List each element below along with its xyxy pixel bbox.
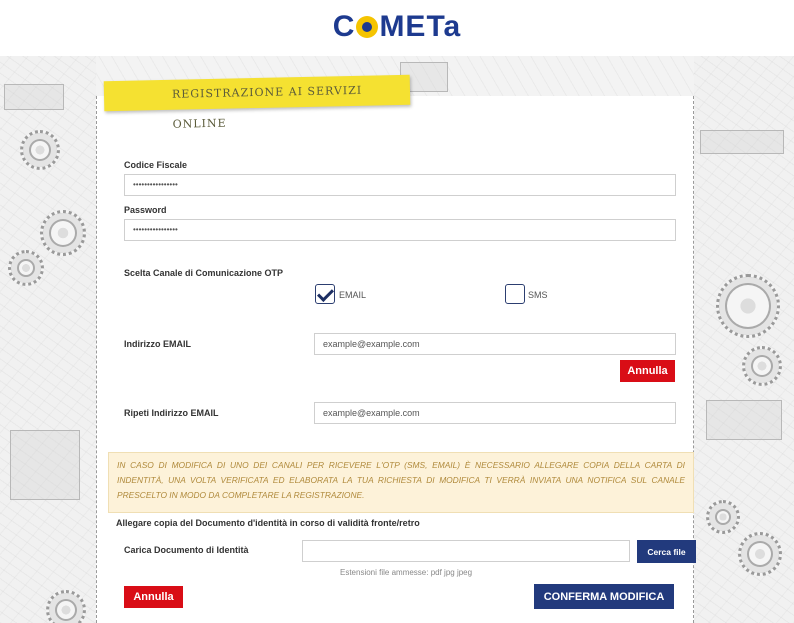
password-input[interactable]: •••••••••••••••• (124, 219, 676, 241)
gear-icon (20, 130, 60, 170)
gear-icon (706, 500, 740, 534)
gear-icon (716, 274, 780, 338)
codice-fiscale-input[interactable]: •••••••••••••••• (124, 174, 676, 196)
email-input[interactable]: example@example.com (314, 333, 676, 355)
cometa-logo: C METa (332, 10, 462, 43)
machine-sketch (706, 400, 782, 440)
repeat-email-input[interactable]: example@example.com (314, 402, 676, 424)
gear-icon (742, 346, 782, 386)
machine-sketch (700, 130, 784, 154)
page-title-banner: Registrazione ai servizi online (103, 74, 411, 131)
annulla-email-button[interactable]: Annulla (620, 360, 675, 382)
machine-sketch (4, 84, 64, 110)
attach-document-title: Allegare copia del Documento d'identità … (116, 518, 420, 528)
machine-sketch (10, 430, 80, 500)
confirm-modify-button[interactable]: CONFERMA MODIFICA (534, 584, 674, 609)
gear-icon (40, 210, 86, 256)
otp-channel-label: Scelta Canale di Comunicazione OTP (124, 268, 284, 278)
upload-file-input[interactable] (302, 540, 630, 562)
gear-icon (738, 532, 782, 576)
cancel-button[interactable]: Annulla (124, 586, 183, 608)
browse-file-button[interactable]: Cerca file (637, 540, 696, 563)
email-label: Indirizzo EMAIL (124, 339, 191, 349)
email-checkbox-label: EMAIL (339, 290, 367, 300)
password-label: Password (124, 205, 167, 215)
logo-mark-icon (356, 16, 379, 38)
sms-checkbox[interactable] (505, 284, 525, 304)
sms-checkbox-label: SMS (528, 290, 548, 300)
upload-label: Carica Documento di Identità (124, 545, 249, 555)
gear-icon (8, 250, 44, 286)
gear-icon (46, 590, 86, 623)
codice-fiscale-label: Codice Fiscale (124, 160, 188, 170)
notice-box: IN CASO DI MODIFICA DI UNO DEI CANALI PE… (108, 452, 694, 513)
allowed-extensions-hint: Estensioni file ammesse: pdf jpg jpeg (340, 568, 473, 577)
repeat-email-label: Ripeti Indirizzo EMAIL (124, 408, 219, 418)
email-checkbox[interactable] (315, 284, 335, 304)
